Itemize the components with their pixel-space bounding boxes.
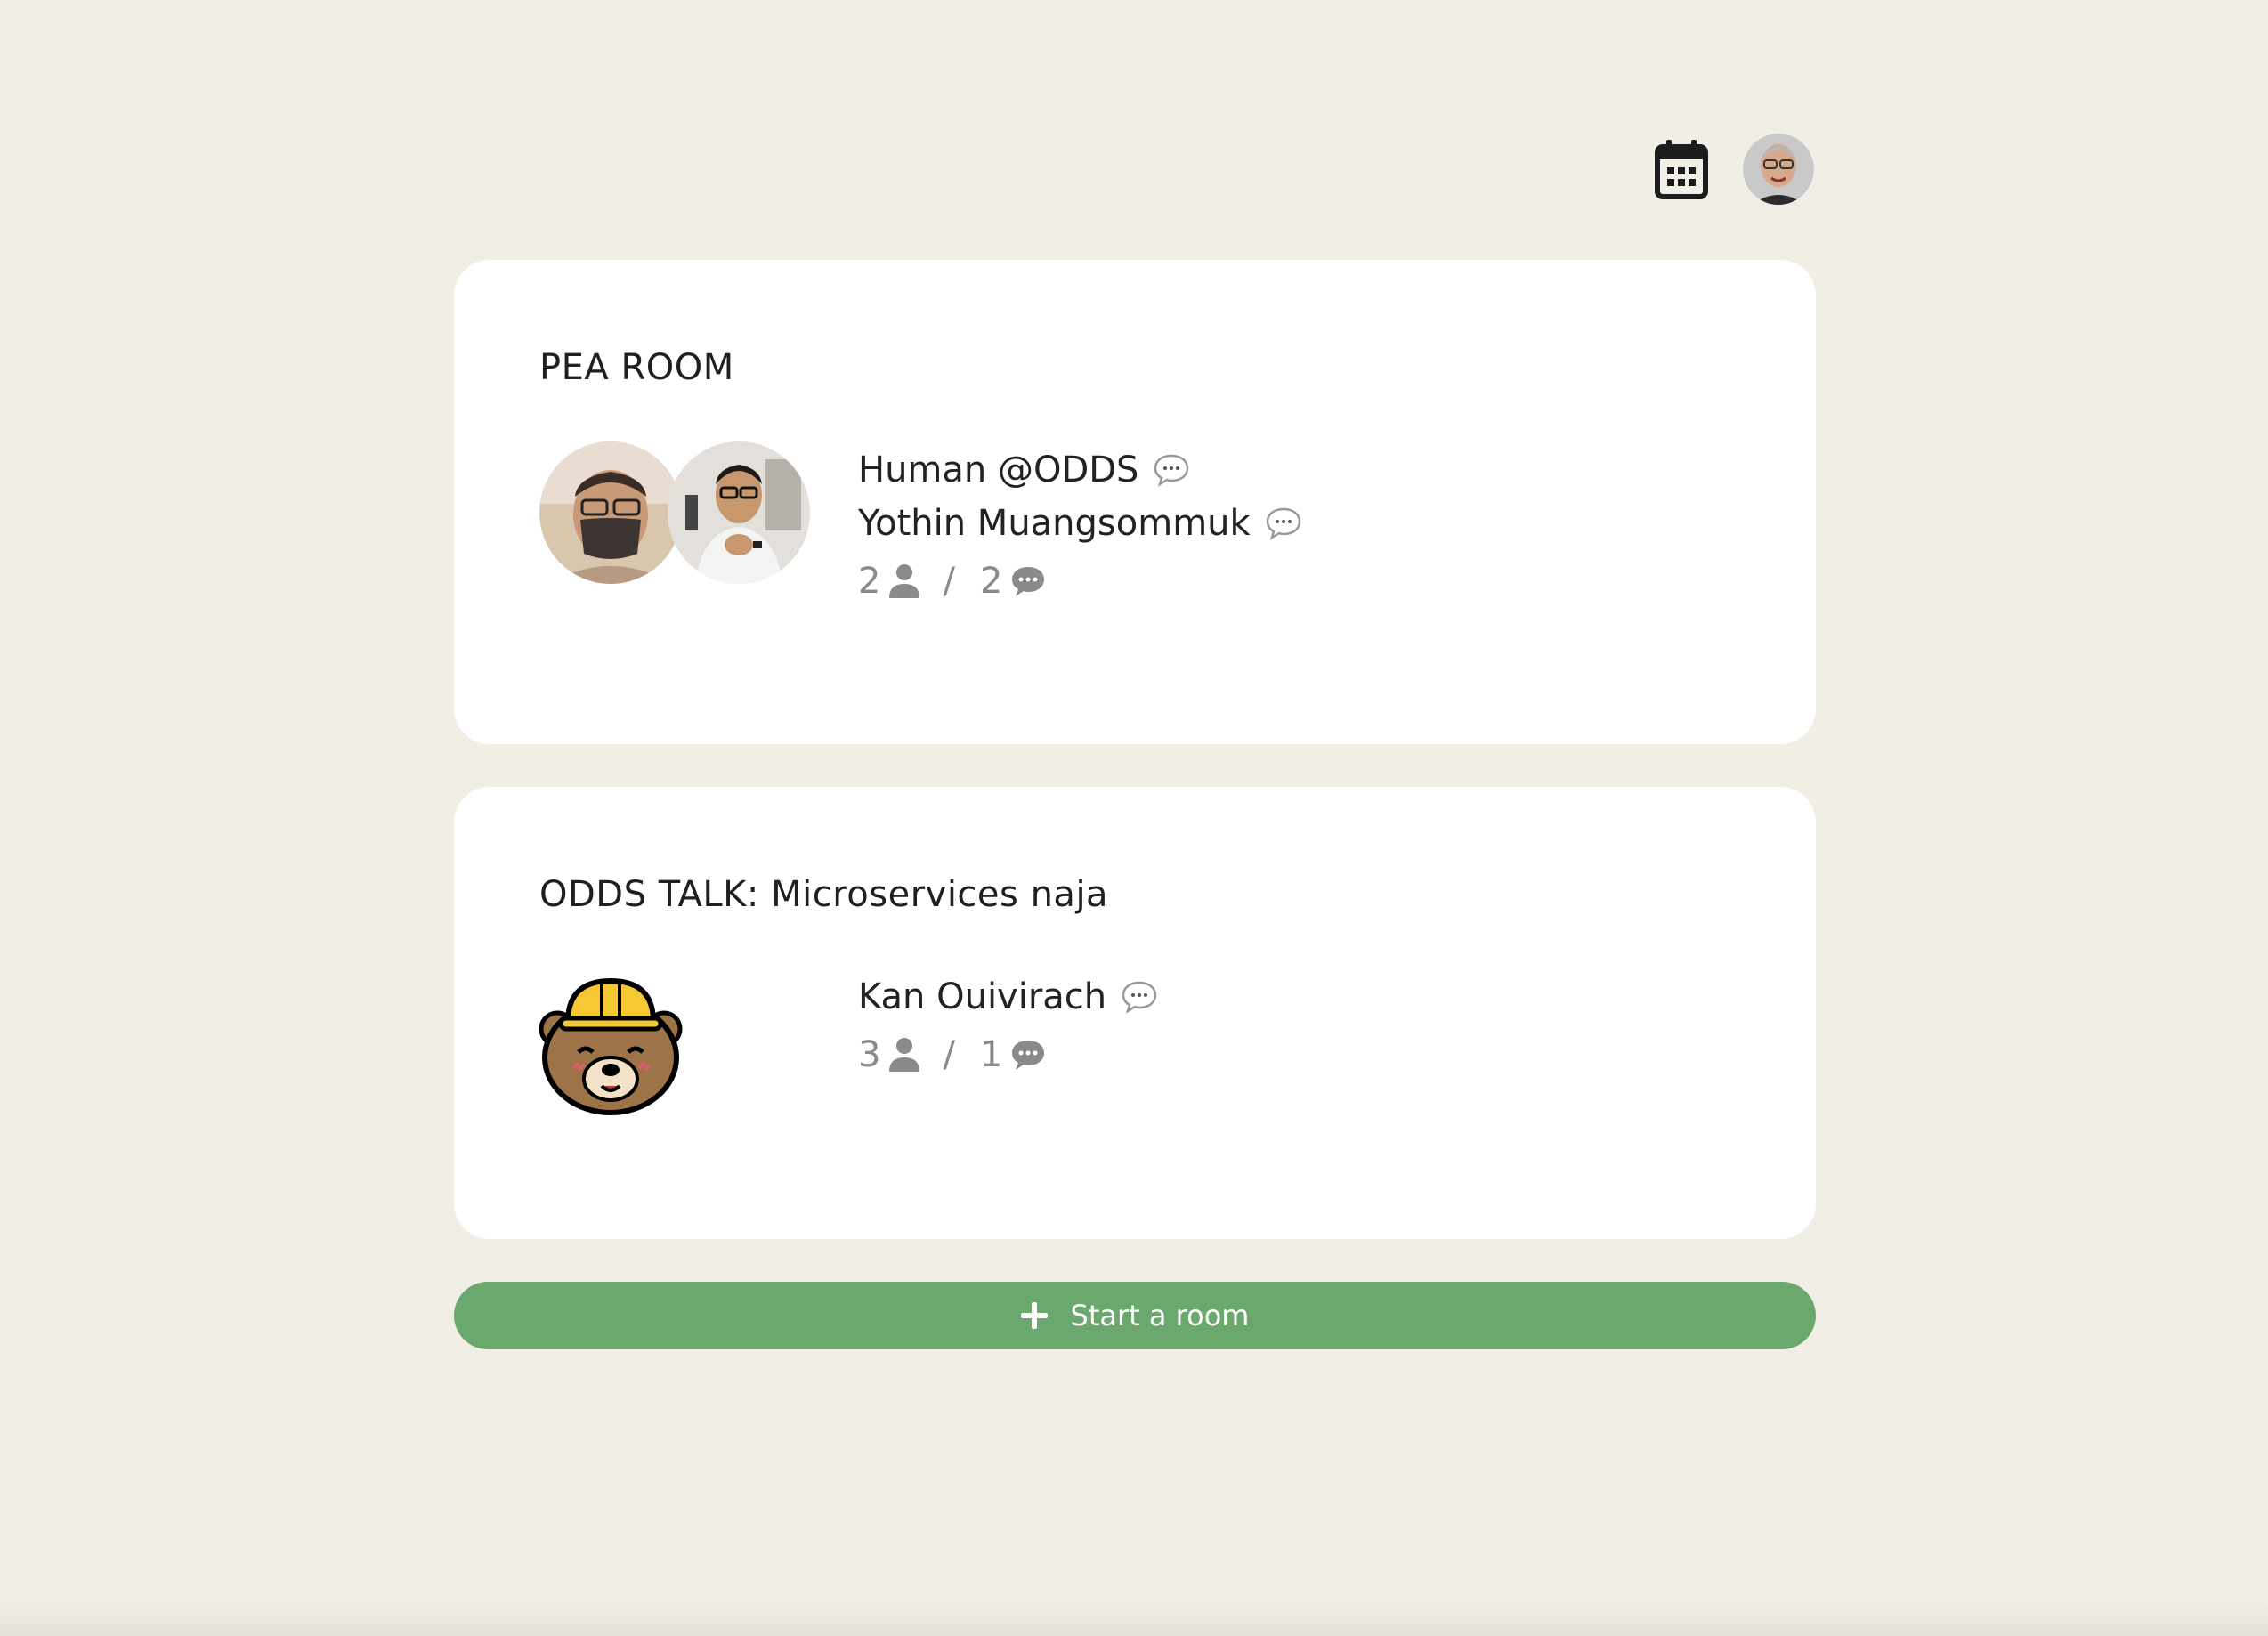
start-room-button[interactable]: Start a room xyxy=(454,1282,1816,1349)
room-title: ODDS TALK: Microservices naja xyxy=(539,874,1109,915)
chat-icon xyxy=(1012,567,1045,596)
stats-separator: / xyxy=(943,561,955,602)
speaker-avatars xyxy=(539,976,683,1118)
start-room-label: Start a room xyxy=(1070,1299,1250,1332)
room-card[interactable]: ODDS TALK: Microservices naja Kan Ouivir… xyxy=(454,787,1816,1239)
room-info: Human @ODDS Yothin Muangsommuk 2 / 2 xyxy=(858,443,1302,602)
room-card[interactable]: PEA ROOM Human @ODDS Yothin Muangsommuk … xyxy=(454,260,1816,744)
speaker-avatar xyxy=(668,441,810,584)
speaker-name: Human @ODDS xyxy=(858,449,1139,490)
speaker-avatars xyxy=(539,441,810,584)
person-icon xyxy=(889,1038,920,1072)
chat-icon xyxy=(1012,1041,1045,1070)
calendar-icon[interactable] xyxy=(1654,138,1709,200)
speaker-count: 2 xyxy=(979,561,1003,602)
top-bar xyxy=(1654,134,1814,205)
room-stats: 3 / 1 xyxy=(858,1034,1158,1075)
speaker-row: Human @ODDS xyxy=(858,443,1302,497)
user-avatar[interactable] xyxy=(1743,134,1814,205)
room-stats: 2 / 2 xyxy=(858,561,1302,602)
speaker-row: Yothin Muangsommuk xyxy=(858,497,1302,550)
listener-count: 2 xyxy=(858,561,881,602)
room-list: PEA ROOM Human @ODDS Yothin Muangsommuk … xyxy=(454,260,1816,1282)
person-icon xyxy=(889,564,920,598)
stats-separator: / xyxy=(943,1034,955,1075)
speaker-row: Kan Ouivirach xyxy=(858,970,1158,1024)
chat-bubble-icon xyxy=(1266,507,1300,540)
speaker-avatar xyxy=(539,441,682,584)
bear-avatar xyxy=(539,977,683,1115)
chat-bubble-icon xyxy=(1122,981,1157,1014)
speaker-name: Kan Ouivirach xyxy=(858,976,1107,1017)
plus-icon xyxy=(1020,1302,1048,1329)
speaker-count: 1 xyxy=(979,1034,1003,1075)
room-info: Kan Ouivirach 3 / 1 xyxy=(858,970,1158,1075)
listener-count: 3 xyxy=(858,1034,881,1075)
bottom-shade xyxy=(0,1600,2268,1636)
speaker-name: Yothin Muangsommuk xyxy=(858,503,1251,544)
chat-bubble-icon xyxy=(1154,454,1189,487)
room-title: PEA ROOM xyxy=(539,347,734,388)
